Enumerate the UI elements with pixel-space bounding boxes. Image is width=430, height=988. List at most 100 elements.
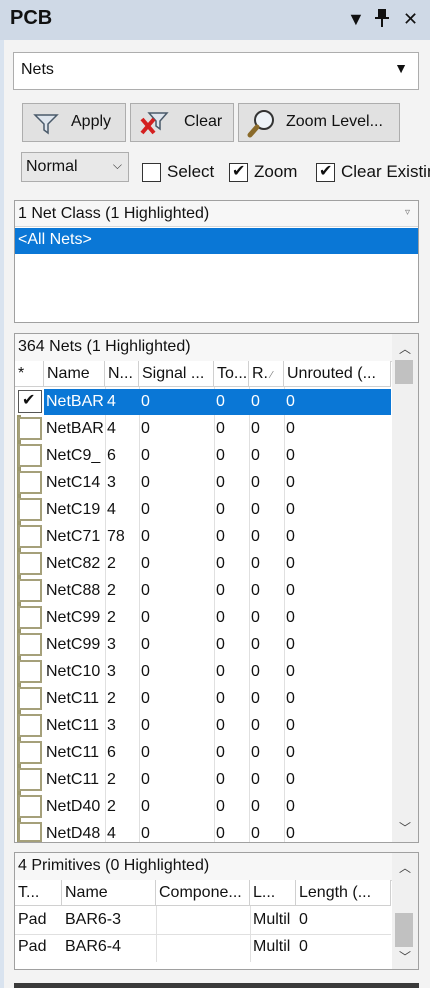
row-checkbox[interactable] bbox=[18, 822, 42, 842]
net-routed: 0 bbox=[251, 420, 260, 437]
scrollbar-thumb[interactable] bbox=[395, 360, 413, 384]
net-unrouted: 0 bbox=[286, 744, 295, 761]
row-checkbox[interactable] bbox=[18, 579, 42, 602]
col-header-routed[interactable]: R. ⁄ bbox=[249, 361, 284, 387]
net-total: 0 bbox=[216, 690, 225, 707]
row-checkbox[interactable] bbox=[18, 498, 42, 521]
clear-button[interactable]: Clear bbox=[130, 103, 234, 142]
row-checkbox[interactable] bbox=[18, 471, 42, 494]
net-nodes: 2 bbox=[107, 609, 116, 626]
col-header-component[interactable]: Compone... bbox=[156, 880, 250, 906]
net-unrouted: 0 bbox=[286, 636, 295, 653]
net-routed: 0 bbox=[251, 798, 260, 815]
zoom-checkbox-label: Zoom bbox=[254, 162, 298, 181]
row-checkbox[interactable] bbox=[18, 606, 42, 629]
scroll-up-icon[interactable]: ︿ bbox=[392, 859, 418, 876]
row-checkbox[interactable] bbox=[18, 660, 42, 683]
row-checkbox[interactable] bbox=[18, 444, 42, 467]
zoom-level-button[interactable]: Zoom Level... bbox=[238, 103, 400, 142]
clear-existing-checkbox[interactable]: ✔ bbox=[316, 163, 335, 182]
net-name: NetC11 bbox=[46, 771, 100, 788]
net-name: NetC10 bbox=[46, 663, 101, 680]
row-checkbox[interactable] bbox=[18, 741, 42, 764]
zoom-level-label: Zoom Level... bbox=[286, 113, 383, 130]
col-header-total[interactable]: To... bbox=[214, 361, 249, 387]
nets-scrollbar[interactable]: ︿ ﹀ bbox=[392, 334, 418, 842]
primitive-name: BAR6-4 bbox=[65, 938, 122, 955]
col-header-nodes[interactable]: N... bbox=[105, 361, 139, 387]
primitive-type: Pad bbox=[18, 911, 47, 928]
col-header-unrouted[interactable]: Unrouted (... bbox=[284, 361, 391, 387]
bottom-divider bbox=[14, 983, 419, 988]
panel-menu-icon[interactable]: ▼ bbox=[347, 8, 365, 30]
net-total: 0 bbox=[216, 555, 225, 572]
net-total: 0 bbox=[216, 393, 225, 410]
net-class-list[interactable]: 1 Net Class (1 Highlighted) ▿ bbox=[14, 200, 419, 323]
net-unrouted: 0 bbox=[286, 393, 295, 410]
net-unrouted: 0 bbox=[286, 798, 295, 815]
net-signal: 0 bbox=[141, 609, 150, 626]
scroll-down-icon[interactable]: ﹀ bbox=[392, 948, 418, 965]
close-icon[interactable]: ✕ bbox=[403, 8, 418, 30]
row-checkbox[interactable] bbox=[18, 633, 42, 656]
clear-label: Clear bbox=[184, 113, 223, 130]
mode-dropdown[interactable]: Nets ▼ bbox=[13, 52, 419, 90]
col-header-name[interactable]: Name bbox=[44, 361, 105, 387]
nets-header-text: 364 Nets (1 Highlighted) bbox=[18, 338, 191, 355]
col-header-signal[interactable]: Signal ... bbox=[139, 361, 214, 387]
net-total: 0 bbox=[216, 609, 225, 626]
apply-button[interactable]: Apply bbox=[22, 103, 126, 142]
col-header-layer[interactable]: L... bbox=[250, 880, 296, 906]
row-checkbox[interactable] bbox=[18, 417, 42, 440]
net-routed: 0 bbox=[251, 717, 260, 734]
net-nodes: 4 bbox=[107, 393, 116, 410]
net-name: NetBAR bbox=[46, 393, 104, 410]
col-header-name[interactable]: Name bbox=[62, 880, 156, 906]
net-unrouted: 0 bbox=[286, 474, 295, 491]
magnifier-icon bbox=[247, 110, 274, 138]
net-total: 0 bbox=[216, 798, 225, 815]
net-nodes: 2 bbox=[107, 582, 116, 599]
net-unrouted: 0 bbox=[286, 609, 295, 626]
pin-icon[interactable] bbox=[374, 8, 390, 33]
net-signal: 0 bbox=[141, 393, 150, 410]
net-name: NetC71 bbox=[46, 528, 101, 545]
net-nodes: 6 bbox=[107, 744, 116, 761]
net-nodes: 2 bbox=[107, 690, 116, 707]
panel-titlebar: PCB ▼ ✕ bbox=[0, 0, 430, 40]
net-name: NetC9_ bbox=[46, 447, 101, 464]
row-checkbox[interactable] bbox=[18, 552, 42, 575]
row-checkbox[interactable]: ✔ bbox=[18, 390, 42, 413]
scroll-up-icon[interactable]: ︿ bbox=[392, 340, 418, 357]
col-header-star[interactable]: * bbox=[15, 361, 44, 387]
net-total: 0 bbox=[216, 528, 225, 545]
net-class-item-all-nets[interactable]: <All Nets> bbox=[15, 228, 418, 254]
net-total: 0 bbox=[216, 717, 225, 734]
row-checkbox[interactable] bbox=[18, 768, 42, 791]
net-routed: 0 bbox=[251, 771, 260, 788]
net-signal: 0 bbox=[141, 636, 150, 653]
scrollbar-thumb[interactable] bbox=[395, 913, 413, 947]
row-checkbox[interactable] bbox=[18, 795, 42, 818]
scroll-down-icon[interactable]: ﹀ bbox=[392, 819, 418, 836]
mask-mode-select[interactable]: Normal ⌵ bbox=[21, 152, 129, 182]
net-nodes: 2 bbox=[107, 555, 116, 572]
net-unrouted: 0 bbox=[286, 582, 295, 599]
net-signal: 0 bbox=[141, 447, 150, 464]
net-total: 0 bbox=[216, 744, 225, 761]
net-signal: 0 bbox=[141, 690, 150, 707]
net-total: 0 bbox=[216, 771, 225, 788]
primitives-scrollbar[interactable]: ︿ ﹀ bbox=[392, 853, 418, 969]
checkmark-icon: ✔ bbox=[319, 163, 333, 180]
col-header-length[interactable]: Length (... bbox=[296, 880, 391, 906]
filter-icon bbox=[33, 114, 59, 135]
select-checkbox[interactable] bbox=[142, 163, 161, 182]
net-name: NetC11 bbox=[46, 717, 100, 734]
net-routed: 0 bbox=[251, 447, 260, 464]
row-checkbox[interactable] bbox=[18, 525, 42, 548]
zoom-checkbox[interactable]: ✔ bbox=[229, 163, 248, 182]
net-routed: 0 bbox=[251, 609, 260, 626]
col-header-type[interactable]: T... bbox=[15, 880, 62, 906]
row-checkbox[interactable] bbox=[18, 687, 42, 710]
row-checkbox[interactable] bbox=[18, 714, 42, 737]
